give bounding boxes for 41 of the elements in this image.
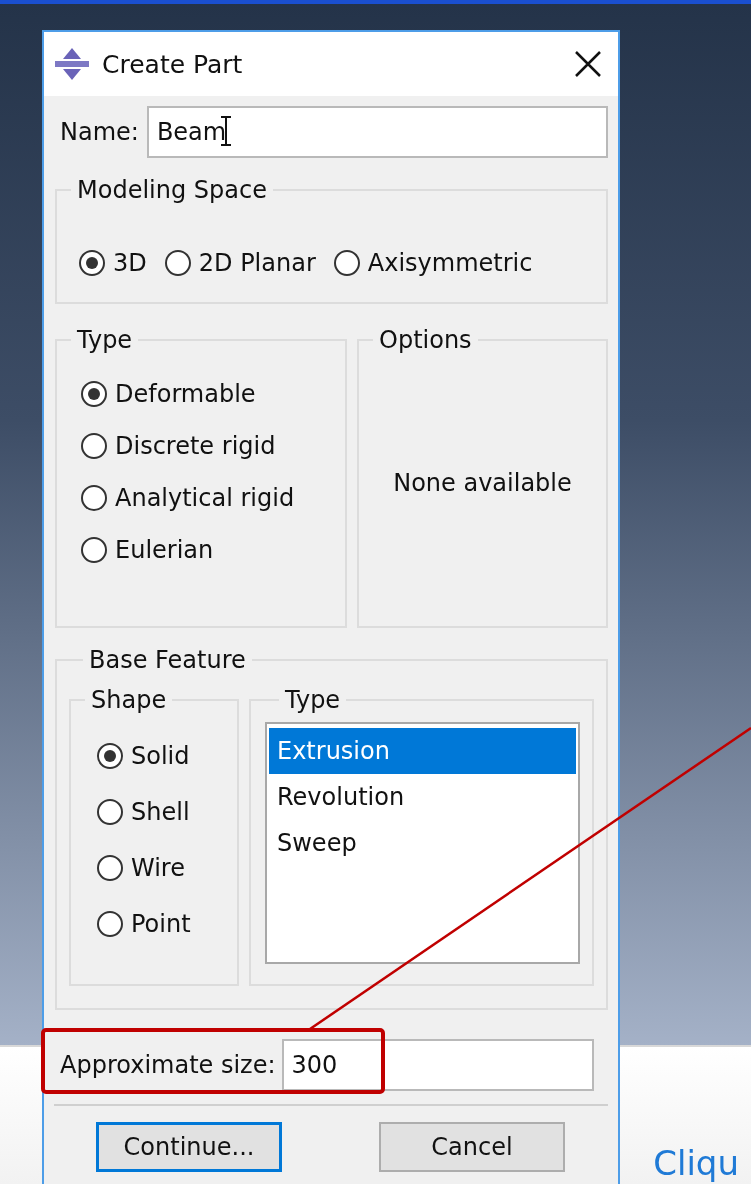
radio-option[interactable]: 2D Planar bbox=[164, 249, 316, 277]
size-field[interactable]: 300 bbox=[281, 1039, 594, 1091]
group-title: Options bbox=[378, 326, 473, 354]
link-text[interactable]: Cliqu bbox=[653, 1144, 739, 1182]
radio-button[interactable] bbox=[97, 855, 123, 881]
radio-option[interactable]: Eulerian bbox=[81, 536, 345, 564]
radio-option[interactable]: Wire bbox=[97, 854, 237, 882]
radio-option[interactable]: Point bbox=[97, 910, 237, 938]
status-text: None available bbox=[393, 469, 572, 497]
radio-option[interactable]: Deformable bbox=[81, 380, 345, 408]
radio-button[interactable] bbox=[333, 250, 360, 276]
field-label: Name: bbox=[60, 118, 139, 146]
list-item[interactable]: Revolution bbox=[269, 774, 576, 820]
radio-button[interactable] bbox=[164, 250, 191, 276]
app-icon bbox=[54, 47, 90, 81]
radio-option[interactable]: Solid bbox=[97, 742, 237, 770]
list-item[interactable]: Extrusion bbox=[269, 728, 576, 774]
dialog-button[interactable]: Continue... bbox=[96, 1122, 282, 1172]
radio-button[interactable] bbox=[97, 799, 123, 825]
radio-option[interactable]: Shell bbox=[97, 798, 237, 826]
radio-button[interactable] bbox=[81, 381, 107, 407]
radio-option[interactable]: Axisymmetric bbox=[333, 249, 533, 277]
dialog-button[interactable]: Cancel bbox=[379, 1122, 565, 1172]
radio-button[interactable] bbox=[81, 433, 107, 459]
radio-option[interactable]: Discrete rigid bbox=[81, 432, 345, 460]
group-title: Modeling Space bbox=[76, 176, 268, 204]
window-title: Create Part bbox=[102, 49, 244, 79]
radio-option[interactable]: Analytical rigid bbox=[81, 484, 345, 512]
group-title: Type bbox=[284, 686, 342, 714]
group-title: Base Feature bbox=[88, 646, 247, 674]
group-title: Shape bbox=[90, 686, 168, 714]
group-title: Type bbox=[76, 326, 134, 354]
radio-button[interactable] bbox=[81, 485, 107, 511]
radio-button[interactable] bbox=[97, 743, 123, 769]
list-item[interactable]: Sweep bbox=[269, 820, 576, 866]
field-label: Approximate size: bbox=[60, 1051, 276, 1079]
name-field[interactable]: Beam bbox=[146, 106, 608, 158]
radio-option[interactable]: 3D bbox=[79, 249, 147, 277]
radio-button[interactable] bbox=[97, 911, 123, 937]
radio-button[interactable] bbox=[81, 537, 107, 563]
radio-button[interactable] bbox=[79, 250, 105, 276]
